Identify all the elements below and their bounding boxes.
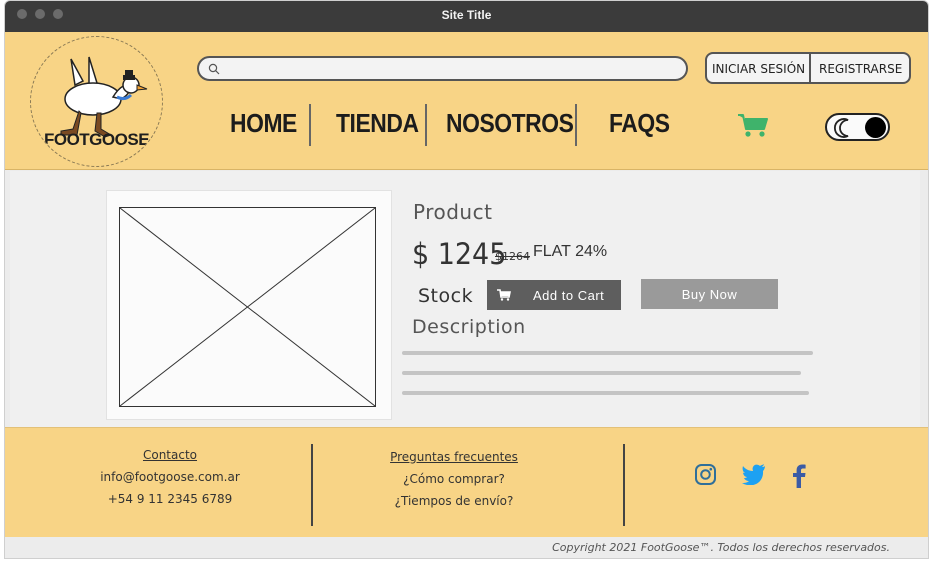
contact-link[interactable]: Contacto <box>90 444 250 466</box>
facebook-icon[interactable] <box>792 463 806 488</box>
contact-phone: +54 9 11 2345 6789 <box>107 492 233 506</box>
site-footer: Contacto info@footgoose.com.ar +54 9 11 … <box>5 427 928 537</box>
add-to-cart-button[interactable]: Add to Cart <box>487 280 621 310</box>
cart-icon <box>497 289 511 301</box>
site-logo[interactable]: FOOTGOOSE <box>30 36 163 167</box>
nav-divider <box>575 104 577 146</box>
footer-faq: Preguntas frecuentes ¿Cómo comprar? ¿Tie… <box>369 446 539 512</box>
product-discount: FLAT 24% <box>533 243 608 260</box>
moon-icon <box>834 118 849 138</box>
window-title: Site Title <box>441 8 492 22</box>
shopping-cart-icon[interactable] <box>737 113 769 139</box>
product-section: Product $ 1245 $1264 FLAT 24% Stock Add … <box>10 171 920 427</box>
twitter-icon[interactable] <box>741 463 766 485</box>
description-line <box>402 391 809 395</box>
faq-link[interactable]: Preguntas frecuentes <box>369 446 539 468</box>
nav-nosotros[interactable]: NOSOTROS <box>446 108 574 139</box>
copyright-bar: Copyright 2021 FootGoose™. Todos los der… <box>5 537 928 558</box>
auth-button-group: INICIAR SESIÓN REGISTRARSE <box>705 52 911 84</box>
contact-email[interactable]: info@footgoose.com.ar <box>90 466 250 488</box>
login-button[interactable]: INICIAR SESIÓN <box>712 62 805 76</box>
footer-divider <box>311 444 313 526</box>
register-button[interactable]: REGISTRARSE <box>819 62 902 76</box>
site-header: FOOTGOOSE INICIAR SESIÓN REGISTRARSE HOM… <box>5 32 928 170</box>
auth-divider <box>809 54 811 82</box>
nav-home[interactable]: HOME <box>230 108 297 139</box>
theme-toggle[interactable] <box>825 113 890 141</box>
image-placeholder <box>119 207 376 407</box>
search-bar[interactable] <box>197 56 688 81</box>
faq-item-how-to-buy[interactable]: ¿Cómo comprar? <box>369 468 539 490</box>
faq-item-shipping-times[interactable]: ¿Tiempos de envío? <box>369 490 539 512</box>
footer-contact: Contacto info@footgoose.com.ar +54 9 11 … <box>90 444 250 510</box>
product-title: Product <box>413 200 493 224</box>
buy-now-button[interactable]: Buy Now <box>641 279 778 309</box>
search-input[interactable] <box>225 60 675 77</box>
product-description-label: Description <box>412 316 526 338</box>
search-icon <box>208 63 220 75</box>
instagram-icon[interactable] <box>694 463 717 486</box>
product-image <box>106 190 392 420</box>
title-bar: Site Title <box>5 1 928 32</box>
add-to-cart-label: Add to Cart <box>533 288 605 303</box>
nav-divider <box>309 104 311 146</box>
browser-window: Site Title FOOTGOOSE INICIAR SESIÓN REGI… <box>4 0 929 559</box>
logo-text: FOOTGOOSE <box>43 130 150 149</box>
description-line <box>402 371 801 375</box>
footer-divider <box>623 444 625 526</box>
placeholder-cross-icon <box>120 208 375 406</box>
toggle-knob <box>865 117 886 138</box>
nav-divider <box>425 104 427 146</box>
product-old-price: $1264 <box>495 250 530 263</box>
copyright-text: Copyright 2021 FootGoose™. Todos los der… <box>552 541 890 554</box>
product-price: $ 1245 <box>412 237 507 271</box>
product-stock-label: Stock <box>418 285 474 307</box>
nav-tienda[interactable]: TIENDA <box>336 108 419 139</box>
description-line <box>402 351 813 355</box>
nav-faqs[interactable]: FAQS <box>609 108 670 139</box>
